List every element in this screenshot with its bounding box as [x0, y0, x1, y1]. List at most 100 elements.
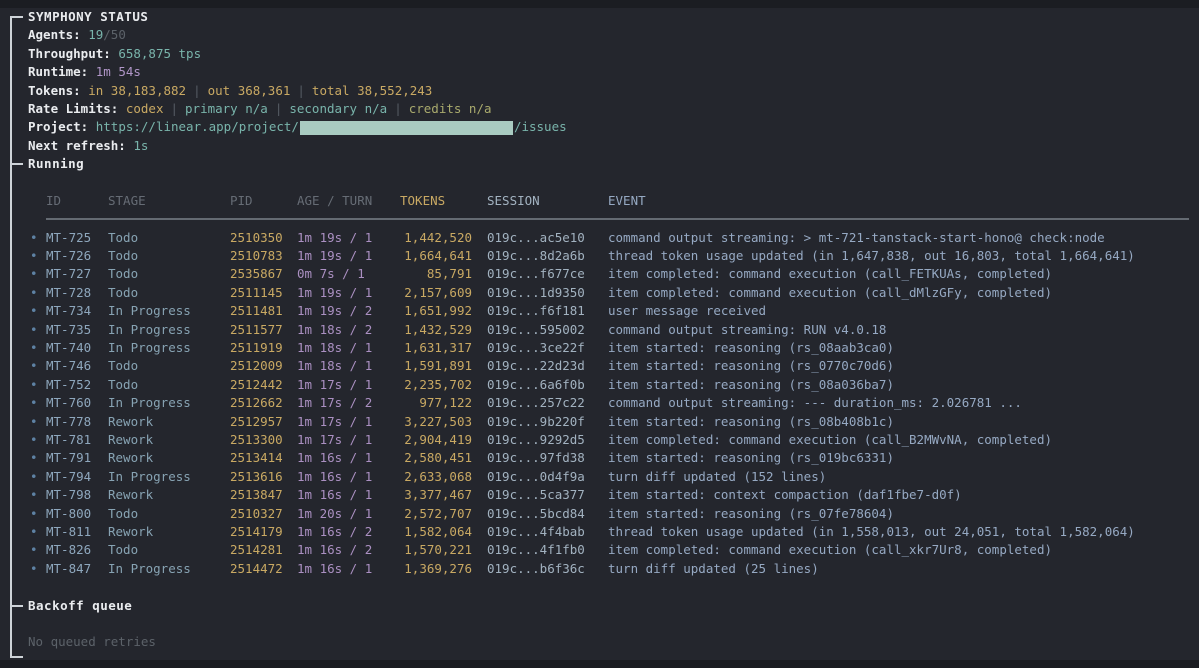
agent-stage: Rework [108, 449, 230, 467]
agent-stage: Todo [108, 541, 230, 559]
agent-id: MT-778 [46, 413, 108, 431]
agent-event: item started: reasoning (rs_08b408b1c) [608, 413, 1191, 431]
agent-pid: 2513847 [230, 486, 297, 504]
table-row: • MT-811 Rework 2514179 1m 16s / 2 1,582… [28, 523, 1191, 541]
agent-tokens: 1,442,520 [400, 229, 472, 247]
agents-value: 19 [88, 27, 103, 42]
col-header-event: EVENT [608, 192, 1191, 210]
agent-event: user message received [608, 302, 1191, 320]
agent-stage: In Progress [108, 394, 230, 412]
agent-stage: Todo [108, 505, 230, 523]
rate-limit-value: codex [126, 101, 164, 116]
tokens-line: Tokens: in 38,183,882|out 368,361|total … [28, 82, 1191, 100]
next-refresh-value: 1s [133, 138, 148, 153]
agent-session: 019c...3ce22f [472, 339, 608, 357]
agent-status-bullet-icon: • [28, 265, 46, 283]
col-header-pid: PID [230, 192, 297, 210]
col-header-tokens: TOKENS [400, 192, 472, 210]
tokens-label: Tokens: [28, 83, 81, 98]
frame-tick-running [10, 163, 23, 165]
agent-event: item completed: command execution (call_… [608, 431, 1191, 449]
agent-id: MT-725 [46, 229, 108, 247]
agent-age-turn: 1m 17s / 1 [297, 413, 400, 431]
agent-status-bullet-icon: • [28, 449, 46, 467]
separator: | [297, 83, 305, 98]
runtime-label: Runtime: [28, 64, 88, 79]
agent-id: MT-727 [46, 265, 108, 283]
agent-status-bullet-icon: • [28, 541, 46, 559]
agent-tokens: 85,791 [400, 265, 472, 283]
agent-stage: Rework [108, 523, 230, 541]
project-url[interactable]: https://linear.app/project//issues [96, 119, 567, 134]
col-header-age-turn: AGE / TURN [297, 192, 400, 210]
agent-session: 019c...5bcd84 [472, 505, 608, 523]
agent-session: 019c...257c22 [472, 394, 608, 412]
agent-pid: 2512442 [230, 376, 297, 394]
project-label: Project: [28, 119, 88, 134]
agent-tokens: 2,235,702 [400, 376, 472, 394]
agent-age-turn: 1m 16s / 1 [297, 449, 400, 467]
agent-stage: In Progress [108, 302, 230, 320]
agent-tokens: 1,570,221 [400, 541, 472, 559]
agent-event: item started: reasoning (rs_08a036ba7) [608, 376, 1191, 394]
terminal-bottom-edge [0, 660, 1199, 668]
agent-pid: 2514281 [230, 541, 297, 559]
agent-age-turn: 1m 19s / 2 [297, 302, 400, 320]
agent-pid: 2512009 [230, 357, 297, 375]
agent-session: 019c...9292d5 [472, 431, 608, 449]
agent-id: MT-740 [46, 339, 108, 357]
agent-pid: 2510350 [230, 229, 297, 247]
agent-status-bullet-icon: • [28, 321, 46, 339]
tokens-in: in 38,183,882 [88, 83, 186, 98]
agent-tokens: 3,377,467 [400, 486, 472, 504]
runtime-line: Runtime: 1m 54s [28, 63, 1191, 81]
backoff-empty-message: No queued retries [28, 634, 156, 649]
agent-session: 019c...6a6f0b [472, 376, 608, 394]
table-row: • MT-794 In Progress 2513616 1m 16s / 1 … [28, 468, 1191, 486]
agent-pid: 2535867 [230, 265, 297, 283]
agents-label: Agents: [28, 27, 81, 42]
agent-pid: 2511481 [230, 302, 297, 320]
table-row: • MT-781 Rework 2513300 1m 17s / 1 2,904… [28, 431, 1191, 449]
agent-tokens: 3,227,503 [400, 413, 472, 431]
rate-limit-value: primary n/a [185, 101, 268, 116]
table-row: • MT-752 Todo 2512442 1m 17s / 1 2,235,7… [28, 376, 1191, 394]
agent-session: 019c...8d2a6b [472, 247, 608, 265]
agent-pid: 2510327 [230, 505, 297, 523]
agent-age-turn: 1m 17s / 1 [297, 431, 400, 449]
table-row: • MT-800 Todo 2510327 1m 20s / 1 2,572,7… [28, 505, 1191, 523]
agent-stage: Todo [108, 247, 230, 265]
frame-corner-top [10, 16, 23, 18]
agent-event: item completed: command execution (call_… [608, 265, 1191, 283]
agent-pid: 2511577 [230, 321, 297, 339]
agent-session: 019c...22d23d [472, 357, 608, 375]
agent-tokens: 1,591,891 [400, 357, 472, 375]
agent-stage: In Progress [108, 321, 230, 339]
rate-limit-value: credits n/a [409, 101, 492, 116]
agent-age-turn: 1m 19s / 1 [297, 247, 400, 265]
running-section-title: Running [28, 156, 84, 171]
agent-status-bullet-icon: • [28, 229, 46, 247]
agent-tokens: 1,582,064 [400, 523, 472, 541]
agent-event: item completed: command execution (call_… [608, 284, 1191, 302]
agent-stage: Todo [108, 265, 230, 283]
agent-status-bullet-icon: • [28, 357, 46, 375]
agent-stage: Rework [108, 431, 230, 449]
agent-id: MT-752 [46, 376, 108, 394]
status-screen: SYMPHONY STATUS Agents: 19/50 Throughput… [0, 0, 1199, 668]
agent-stage: Todo [108, 229, 230, 247]
agent-id: MT-746 [46, 357, 108, 375]
agent-status-bullet-icon: • [28, 560, 46, 578]
table-row: • MT-725 Todo 2510350 1m 19s / 1 1,442,5… [28, 229, 1191, 247]
agent-pid: 2513414 [230, 449, 297, 467]
col-header-id: ID [46, 192, 108, 210]
agent-tokens: 2,572,707 [400, 505, 472, 523]
agent-age-turn: 1m 18s / 2 [297, 321, 400, 339]
table-header-row: ID STAGE PID AGE / TURN TOKENS SESSION E… [28, 192, 1191, 210]
agent-pid: 2511145 [230, 284, 297, 302]
agent-event: turn diff updated (152 lines) [608, 468, 1191, 486]
agent-event: item started: reasoning (rs_019bc6331) [608, 449, 1191, 467]
agent-event: command output streaming: RUN v4.0.18 [608, 321, 1191, 339]
agent-id: MT-791 [46, 449, 108, 467]
table-row: • MT-727 Todo 2535867 0m 7s / 1 85,791 0… [28, 265, 1191, 283]
